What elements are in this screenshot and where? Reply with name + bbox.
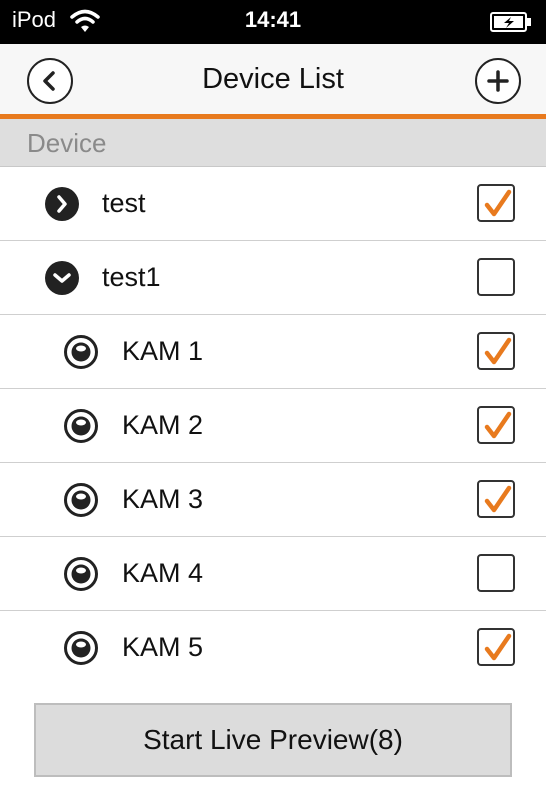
add-device-button[interactable] [475, 58, 521, 104]
section-header: Device [0, 119, 546, 167]
camera-checkbox[interactable] [477, 480, 515, 518]
chevron-down-circle-icon[interactable] [44, 260, 80, 296]
checkmark-icon [484, 633, 512, 661]
chevron-right-circle-icon[interactable] [44, 186, 80, 222]
camera-label: KAM 3 [122, 484, 204, 514]
device-label: test1 [102, 262, 161, 292]
device-checkbox[interactable] [477, 184, 515, 222]
camera-label: KAM 4 [122, 558, 204, 588]
status-bar: iPod 14:41 [0, 0, 546, 44]
camera-label: KAM 2 [122, 410, 204, 440]
checkmark-icon [484, 411, 512, 439]
page-title: Device List [202, 63, 344, 95]
camera-row-kam3[interactable]: KAM 3 [0, 463, 546, 537]
camera-checkbox[interactable] [477, 406, 515, 444]
camera-label: KAM 1 [122, 336, 204, 366]
start-live-preview-button[interactable]: Start Live Preview(8) [34, 703, 512, 777]
device-label: test [102, 188, 146, 218]
checkmark-icon [484, 189, 512, 217]
device-checkbox[interactable] [477, 258, 515, 296]
camera-lens-icon [64, 409, 98, 443]
camera-lens-icon [64, 335, 98, 369]
plus-icon [487, 70, 509, 92]
checkmark-icon [484, 337, 512, 365]
camera-lens-icon [64, 631, 98, 665]
clock-time: 14:41 [244, 7, 302, 32]
device-row-test[interactable]: test [0, 167, 546, 241]
camera-lens-icon [64, 557, 98, 591]
camera-row-kam2[interactable]: KAM 2 [0, 389, 546, 463]
checkmark-icon [484, 485, 512, 513]
camera-checkbox[interactable] [477, 554, 515, 592]
camera-checkbox[interactable] [477, 332, 515, 370]
camera-row-kam1[interactable]: KAM 1 [0, 315, 546, 389]
camera-checkbox[interactable] [477, 628, 515, 666]
camera-label: KAM 5 [122, 632, 204, 662]
section-label: Device [27, 128, 107, 158]
camera-row-kam4[interactable]: KAM 4 [0, 537, 546, 611]
camera-lens-icon [64, 483, 98, 517]
device-row-test1[interactable]: test1 [0, 241, 546, 315]
battery-icon [490, 12, 531, 32]
